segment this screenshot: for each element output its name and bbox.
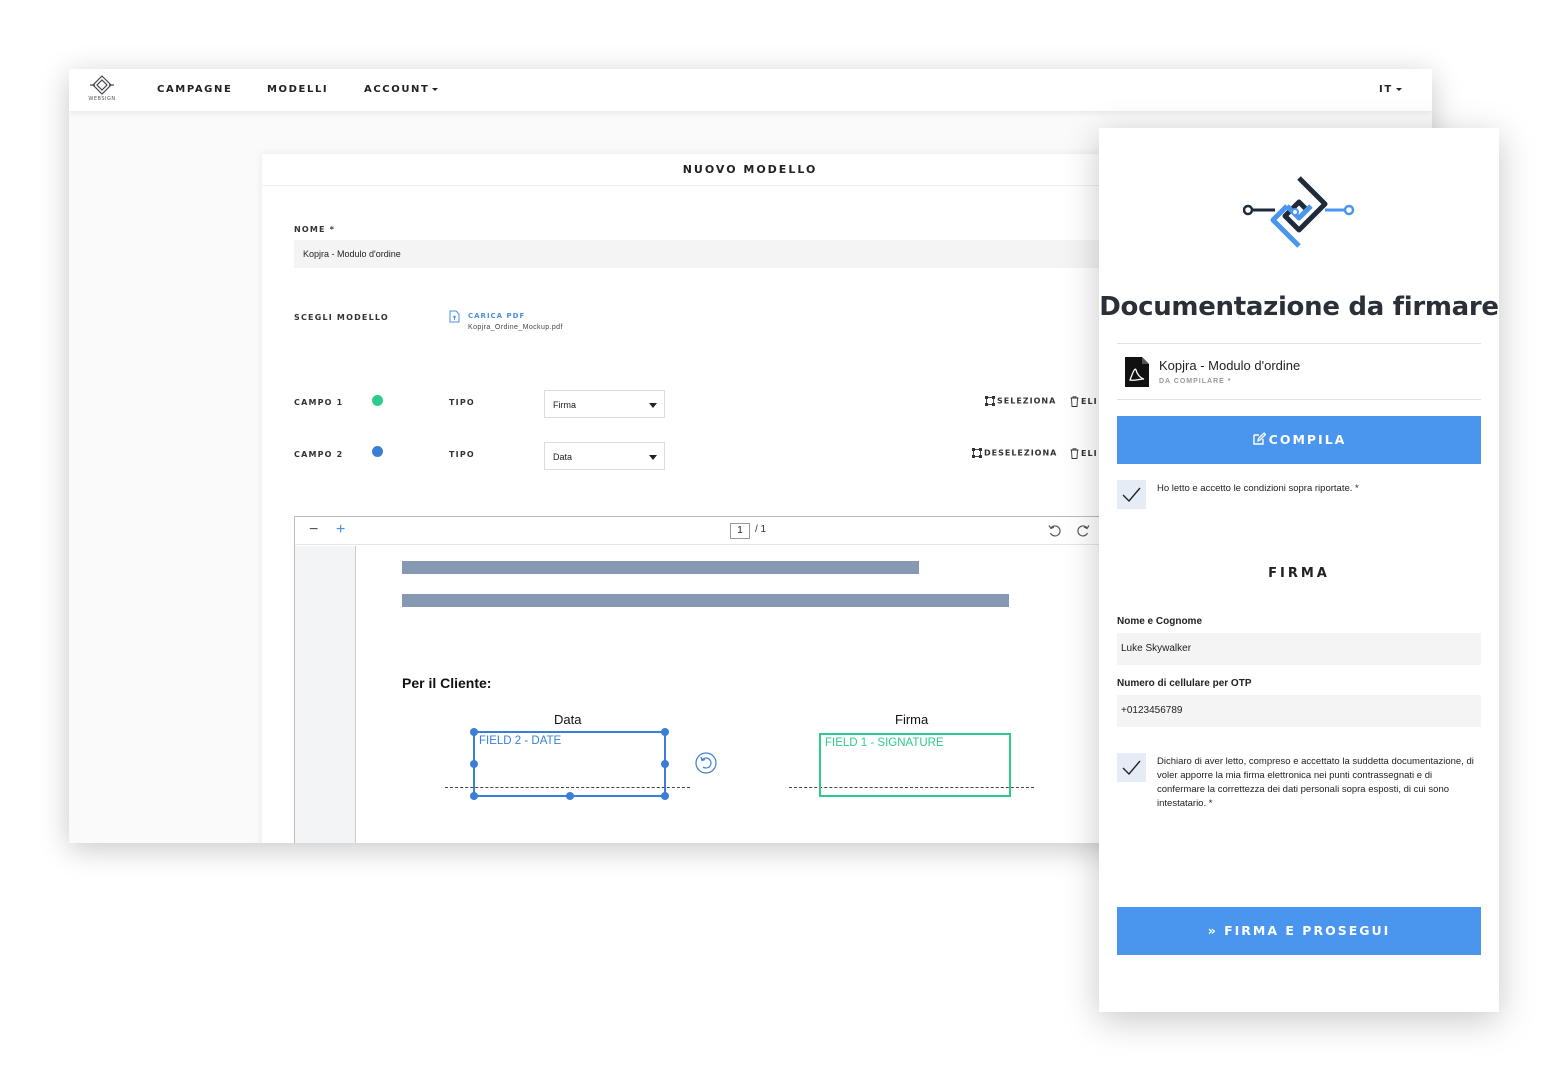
- mobile-signing-panel: Documentazione da firmare Kopjra - Modul…: [1099, 128, 1499, 1012]
- phone-label: Numero di cellulare per OTP: [1117, 678, 1252, 689]
- field-2-type-select[interactable]: Data: [544, 442, 665, 470]
- nav-account[interactable]: ACCOUNT: [364, 84, 439, 95]
- field-2-type-label: TIPO: [449, 450, 475, 459]
- trash-icon: [1070, 448, 1079, 459]
- signature-section-title: FIRMA: [1268, 566, 1330, 581]
- file-upload-icon: [449, 310, 460, 323]
- divider: [1117, 343, 1481, 344]
- field-2-color-dot: [372, 446, 383, 457]
- resize-handle[interactable]: [566, 792, 574, 800]
- sign-and-continue-button[interactable]: » FIRMA E PROSEGUI: [1117, 907, 1481, 955]
- full-name-input[interactable]: Luke Skywalker: [1117, 633, 1481, 665]
- page-total: / 1: [755, 524, 767, 535]
- edit-icon: [1252, 432, 1267, 445]
- pdf-viewer: − + 1 / 1 Per il Cliente: Data Firma FIE…: [294, 516, 1124, 843]
- nav-modelli[interactable]: MODELLI: [267, 84, 328, 95]
- field-1-type-value: Firma: [553, 400, 576, 410]
- template-label: SCEGLI MODELLO: [294, 313, 389, 322]
- signing-title: Documentazione da firmare: [1099, 292, 1499, 322]
- websign-logo-icon: [90, 75, 114, 95]
- checkmark-icon: [1122, 760, 1141, 776]
- compile-button[interactable]: COMPILA: [1117, 416, 1481, 464]
- doc-heading: Per il Cliente:: [402, 675, 492, 691]
- compile-button-label: COMPILA: [1268, 432, 1347, 447]
- resize-handle[interactable]: [661, 792, 669, 800]
- field-2-deselect-button[interactable]: DESELEZIONA: [972, 448, 1057, 458]
- checkmark-icon: [1122, 487, 1141, 503]
- nav-campagne[interactable]: CAMPAGNE: [157, 84, 232, 95]
- field-1-select-label: SELEZIONA: [997, 396, 1057, 406]
- upload-pdf-link[interactable]: CARICA PDF: [468, 312, 525, 320]
- select-area-icon: [985, 396, 995, 406]
- field-1-color-dot: [372, 395, 383, 406]
- zoom-in-button[interactable]: +: [336, 521, 345, 539]
- divider: [1117, 399, 1481, 400]
- field-2-deselect-label: DESELEZIONA: [984, 448, 1058, 458]
- resize-handle[interactable]: [661, 728, 669, 736]
- chevron-down-icon: [1395, 87, 1402, 91]
- phone-input[interactable]: +0123456789: [1117, 695, 1481, 727]
- logo-text: WEBSIGN: [88, 96, 116, 102]
- doc-signature-label: Firma: [895, 712, 929, 727]
- name-label: NOME *: [294, 225, 336, 234]
- declaration-text: Dichiaro di aver letto, compreso e accet…: [1157, 756, 1474, 809]
- rotate-field-icon[interactable]: [695, 752, 717, 774]
- field-2-type-value: Data: [553, 452, 573, 462]
- chevron-down-icon: [649, 403, 657, 408]
- field-1-type-select[interactable]: Firma: [544, 390, 665, 418]
- nav-account-label: ACCOUNT: [364, 84, 430, 95]
- signature-field-label: FIELD 1 - SIGNATURE: [825, 737, 944, 749]
- field-1-delete-button[interactable]: ELI: [1070, 396, 1098, 407]
- accept-conditions-text: Ho letto e accetto le condizioni sopra r…: [1157, 483, 1359, 494]
- resize-handle[interactable]: [661, 760, 669, 768]
- declaration-checkbox[interactable]: [1117, 753, 1146, 782]
- new-template-card: NUOVO MODELLO NOME * Kopjra - Modulo d'o…: [262, 154, 1238, 843]
- pdf-thumbnail-sidebar: [295, 546, 356, 843]
- field-2-delete-label: ELI: [1081, 449, 1098, 458]
- rotate-left-icon[interactable]: [1048, 524, 1062, 538]
- pdf-file-icon: [1125, 357, 1149, 387]
- rotate-right-icon[interactable]: [1076, 524, 1090, 538]
- field-1-select-button[interactable]: SELEZIONA: [985, 396, 1056, 406]
- trash-icon: [1070, 396, 1079, 407]
- name-input[interactable]: Kopjra - Modulo d'ordine: [294, 240, 1144, 268]
- full-name-label: Nome e Cognome: [1117, 616, 1203, 627]
- uploaded-file-name: Kopjra_Ordine_Mockup.pdf: [468, 324, 563, 331]
- resize-handle[interactable]: [470, 760, 478, 768]
- field-1-label: CAMPO 1: [294, 398, 344, 407]
- language-label: IT: [1379, 84, 1393, 95]
- resize-handle[interactable]: [470, 728, 478, 736]
- accept-checkbox[interactable]: [1117, 480, 1146, 509]
- select-area-icon: [972, 448, 982, 458]
- resize-handle[interactable]: [470, 792, 478, 800]
- field-2-delete-button[interactable]: ELI: [1070, 448, 1098, 459]
- websign-brand-icon: [1243, 176, 1355, 248]
- document-status: DA COMPILARE *: [1159, 378, 1232, 385]
- field-1-delete-label: ELI: [1081, 397, 1098, 406]
- websign-logo[interactable]: WEBSIGN: [85, 74, 119, 106]
- card-title: NUOVO MODELLO: [262, 154, 1238, 186]
- field-1-type-label: TIPO: [449, 398, 475, 407]
- chevron-down-icon: [432, 87, 439, 91]
- date-field-box[interactable]: FIELD 2 - DATE: [473, 731, 666, 797]
- signature-field-box[interactable]: FIELD 1 - SIGNATURE: [819, 733, 1011, 797]
- field-2-label: CAMPO 2: [294, 450, 344, 459]
- date-field-label: FIELD 2 - DATE: [479, 735, 562, 747]
- pdf-toolbar: − + 1 / 1: [295, 517, 1123, 545]
- doc-date-label: Data: [554, 712, 582, 727]
- text-placeholder-bar: [402, 594, 1009, 607]
- text-placeholder-bar: [402, 561, 919, 574]
- language-selector[interactable]: IT: [1379, 84, 1402, 95]
- zoom-out-button[interactable]: −: [309, 521, 318, 539]
- top-navbar: WEBSIGN CAMPAGNE MODELLI ACCOUNT IT: [69, 69, 1432, 111]
- page-number-input[interactable]: 1: [730, 523, 750, 539]
- document-name[interactable]: Kopjra - Modulo d'ordine: [1159, 358, 1300, 373]
- chevron-down-icon: [649, 455, 657, 460]
